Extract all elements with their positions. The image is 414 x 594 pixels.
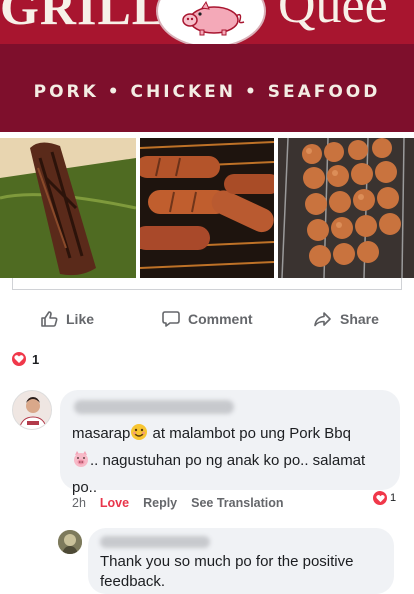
comment-bubble: masarap at malambot po ung Pork Bbq .. n… <box>60 390 400 496</box>
banner-right-word: Quee <box>278 0 388 34</box>
comment-text-part2: at malambot po ung Pork Bbq <box>148 425 351 442</box>
comment-bubble-icon <box>162 310 180 328</box>
like-label: Like <box>66 311 95 327</box>
heart-icon <box>372 490 388 506</box>
comment-text: masarap at malambot po ung Pork Bbq .. n… <box>72 422 394 500</box>
reply-bubble: Thank you so much po for the positive fe… <box>88 528 394 594</box>
reply-author-redacted[interactable] <box>100 536 210 548</box>
meatball-skewers-photo[interactable] <box>278 138 414 278</box>
share-arrow-icon <box>314 310 332 328</box>
like-button[interactable]: Like <box>40 310 94 328</box>
comment-reaction-summary[interactable]: 1 <box>372 490 396 506</box>
see-translation-link[interactable]: See Translation <box>191 496 283 510</box>
photo-gallery <box>0 138 414 278</box>
pig-face-emoji-icon <box>72 450 90 476</box>
pig-logo-icon <box>156 0 266 44</box>
comment-button[interactable]: Comment <box>162 310 253 328</box>
comment-author-redacted[interactable] <box>74 400 234 414</box>
share-label: Share <box>340 311 379 327</box>
comment-label: Comment <box>188 311 253 327</box>
smile-emoji-icon <box>130 423 148 449</box>
thumbs-up-icon <box>40 310 58 328</box>
banner-left-word: GRILL <box>0 0 167 35</box>
reply-text: Thank you so much po for the positive fe… <box>100 553 354 590</box>
comment-timestamp: 2h <box>72 496 86 510</box>
comment-reaction-count: 1 <box>390 492 397 504</box>
comment-text-part1: masarap <box>72 425 131 442</box>
grilled-sausages-photo[interactable] <box>140 138 274 278</box>
comment-meta: 2h Love Reply See Translation <box>72 496 284 510</box>
comment-text-part3: .. nagustuhan po ng anak ko po.. salamat… <box>72 452 366 496</box>
reply-avatar[interactable] <box>58 530 82 554</box>
avatar[interactable] <box>12 390 52 430</box>
reaction-count: 1 <box>32 351 40 367</box>
page-banner: GRILL Quee <box>0 0 414 44</box>
banner-tagline: PORK • CHICKEN • SEAFOOD <box>33 82 381 102</box>
heart-icon <box>10 350 28 368</box>
post-actions: Like Comment Share <box>0 304 414 336</box>
reply-link[interactable]: Reply <box>143 496 177 510</box>
reaction-summary[interactable]: 1 <box>10 350 39 368</box>
grilled-pork-photo[interactable] <box>0 138 136 278</box>
post-card-edge <box>12 278 402 290</box>
share-button[interactable]: Share <box>314 310 379 328</box>
love-reaction-link[interactable]: Love <box>100 496 129 510</box>
